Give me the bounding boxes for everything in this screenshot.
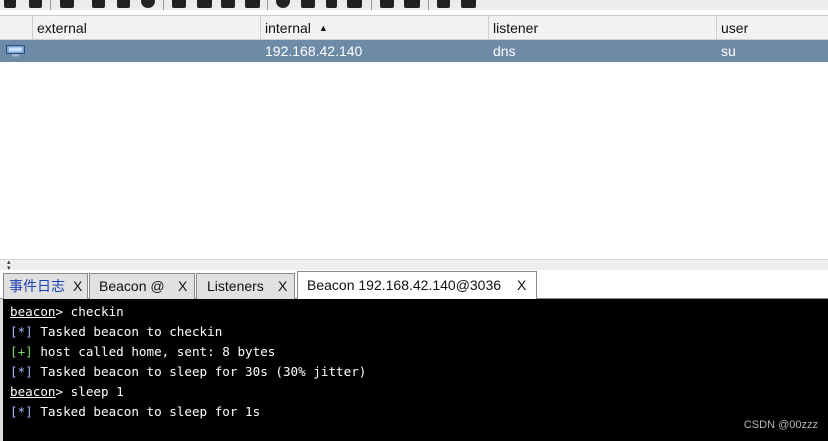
console-text: host called home, sent: 8 bytes — [32, 344, 276, 359]
beacon-console[interactable]: beacon> checkin [*] Tasked beacon to che… — [0, 299, 828, 441]
tab-beacon-session[interactable]: Beacon 192.168.42.140@3036 X — [297, 271, 537, 299]
sort-ascending-icon: ▲ — [318, 23, 328, 33]
pivot-graph-icon[interactable] — [60, 0, 74, 8]
tab-bar: 事件日志 X Beacon @ X Listeners X Beacon 192… — [0, 270, 828, 299]
book-icon[interactable] — [437, 0, 450, 8]
toolbar — [0, 0, 828, 10]
settings-icon[interactable] — [276, 0, 290, 8]
watermark: CSDN @00zzz — [743, 419, 818, 431]
console-tag-info: [*] — [10, 364, 33, 379]
column-header-icon[interactable] — [0, 16, 33, 39]
table-row[interactable]: 192.168.42.140 dns su — [0, 40, 828, 62]
tab-label: Beacon 192.168.42.140@3036 — [307, 277, 502, 293]
column-header-internal-label: internal — [265, 20, 311, 36]
image-icon[interactable] — [245, 0, 260, 8]
sessions-table: external internal ▲ listener user 192.168… — [0, 15, 828, 260]
tab-listeners[interactable]: Listeners X — [196, 273, 295, 299]
console-line: [*] Tasked beacon to sleep for 30s (30% … — [10, 362, 366, 382]
tab-label: 事件日志 — [9, 278, 65, 294]
tab-label: Listeners — [207, 278, 264, 294]
toolbar-separator — [267, 0, 268, 10]
tab-event-log[interactable]: 事件日志 X — [3, 273, 88, 299]
console-line: beacon> checkin — [10, 302, 124, 322]
targets-icon[interactable] — [141, 0, 155, 8]
downloads-icon[interactable] — [197, 0, 212, 8]
toolbar-separator — [371, 0, 372, 10]
toolbar-separator — [163, 0, 164, 10]
column-header-listener[interactable]: listener — [489, 16, 717, 39]
console-line: beacon> sleep 1 — [10, 382, 124, 402]
cell-external — [33, 40, 261, 62]
column-header-external[interactable]: external — [33, 16, 261, 39]
console-prompt: beacon — [10, 304, 56, 319]
console-tag-info: [*] — [10, 404, 33, 419]
tab-close-button[interactable]: X — [73, 274, 82, 299]
cell-listener: dns — [493, 43, 516, 59]
table-header: external internal ▲ listener user — [0, 16, 828, 40]
screenshots-icon[interactable] — [172, 0, 186, 8]
column-header-internal[interactable]: internal ▲ — [261, 16, 489, 39]
console-line: [*] Tasked beacon to checkin — [10, 322, 222, 342]
tab-label: Beacon @ — [99, 278, 165, 294]
console-prompt: beacon — [10, 384, 56, 399]
toolbar-separator — [50, 0, 51, 10]
notes-icon[interactable] — [326, 0, 337, 8]
disconnect-icon[interactable] — [29, 0, 42, 8]
toolbar-separator — [428, 0, 429, 10]
tab-beacon[interactable]: Beacon @ X — [89, 273, 195, 299]
beacon-computer-icon — [6, 45, 25, 57]
listeners-icon[interactable] — [117, 0, 130, 8]
cell-user: su — [721, 43, 736, 59]
cloud-icon[interactable] — [404, 0, 420, 8]
console-tag-info: [*] — [10, 324, 33, 339]
tab-close-button[interactable]: X — [517, 272, 526, 298]
console-line: [*] Tasked beacon to sleep for 1s — [10, 402, 260, 422]
console-text: > sleep 1 — [55, 384, 124, 399]
terminal-icon[interactable] — [347, 0, 362, 8]
tab-close-button[interactable]: X — [278, 274, 287, 299]
link-icon[interactable] — [380, 0, 394, 8]
console-line: [+] host called home, sent: 8 bytes — [10, 342, 275, 362]
sessions-icon[interactable] — [92, 0, 105, 8]
cell-internal: 192.168.42.140 — [265, 43, 363, 59]
help-icon[interactable] — [461, 0, 476, 8]
coffee-icon[interactable] — [301, 0, 315, 8]
connect-icon[interactable] — [4, 0, 16, 8]
console-tag-success: [+] — [10, 344, 33, 359]
console-text: Tasked beacon to sleep for 30s (30% jitt… — [32, 364, 367, 379]
console-text: Tasked beacon to sleep for 1s — [32, 404, 261, 419]
column-header-user[interactable]: user — [717, 16, 828, 39]
tab-close-button[interactable]: X — [178, 274, 187, 299]
console-text: Tasked beacon to checkin — [32, 324, 223, 339]
console-text: > checkin — [55, 304, 124, 319]
credentials-icon[interactable] — [221, 0, 235, 8]
